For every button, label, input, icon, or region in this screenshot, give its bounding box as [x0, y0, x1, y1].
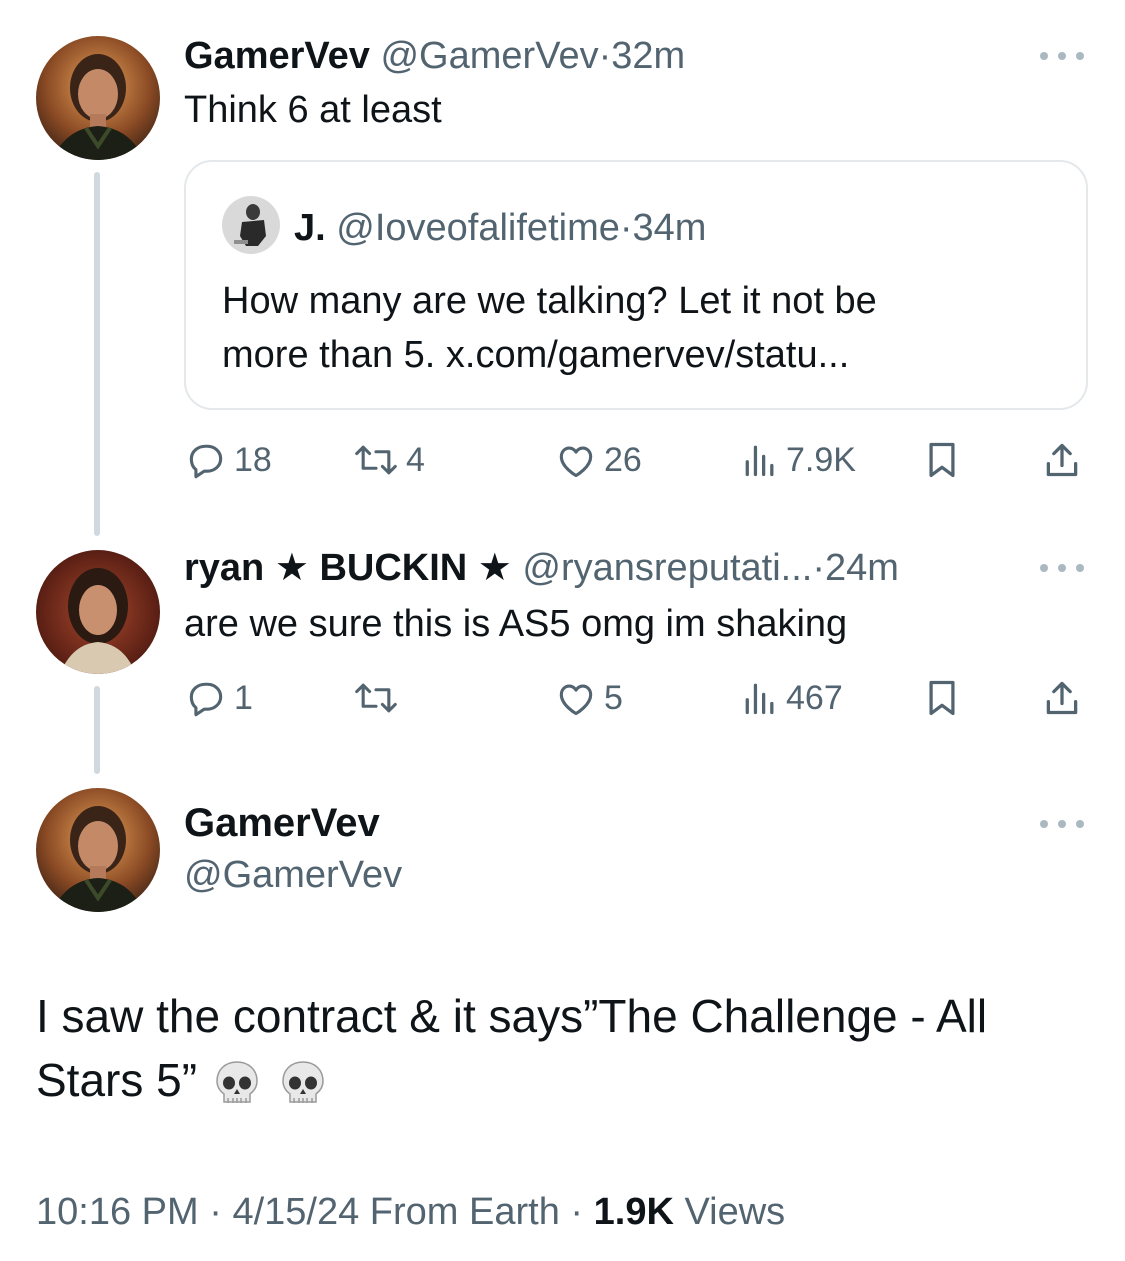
footer-time[interactable]: 10:16 PM — [36, 1191, 199, 1233]
thread-line-1 — [94, 172, 100, 536]
tweet1-separator: · — [598, 35, 612, 77]
views-icon — [745, 683, 774, 715]
skull-emoji — [277, 1058, 329, 1110]
retweet-icon — [355, 445, 397, 475]
tweet2-text: are we sure this is AS5 omg im shaking — [184, 603, 848, 645]
quote-avatar — [222, 196, 280, 254]
main-tweet-name[interactable]: GamerVev — [184, 800, 380, 846]
avatar-gamervev-main[interactable] — [36, 788, 160, 912]
like-icon — [559, 684, 593, 716]
quote-text-line1: How many are we talking? Let it not be — [222, 280, 877, 322]
main-tweet-handle[interactable]: @GamerVev — [184, 852, 402, 898]
share-icon — [1046, 443, 1078, 477]
like-count: 5 — [604, 678, 623, 717]
tweet2-time[interactable]: 24m — [825, 547, 899, 589]
tweet2-header: ryan ★ BUCKIN ★ @ryansreputati...·24m — [184, 546, 899, 590]
bookmark-icon — [929, 680, 955, 716]
reply-button[interactable]: 18 — [184, 436, 272, 484]
tweet1-action-bar: 18 4 26 7.9K — [184, 436, 1084, 484]
thread-line-2 — [94, 686, 100, 774]
more-icon[interactable] — [1040, 558, 1084, 578]
views-icon — [745, 445, 774, 477]
reply-icon — [189, 682, 223, 717]
quote-separator: · — [619, 207, 633, 249]
quote-name: J. — [294, 207, 326, 249]
tweet2-handle[interactable]: @ryansreputati... — [522, 547, 812, 589]
bookmark-icon — [929, 442, 955, 478]
share-icon — [1046, 681, 1078, 715]
like-button[interactable]: 26 — [554, 436, 642, 484]
footer-separator: · — [570, 1191, 584, 1233]
tweet1-time[interactable]: 32m — [611, 35, 685, 77]
tweet1-text: Think 6 at least — [184, 89, 442, 131]
tweet2-action-bar: 1 5 467 — [184, 674, 1084, 722]
views-button[interactable]: 7.9K — [740, 436, 856, 484]
quote-time: 34m — [632, 207, 707, 249]
retweet-button[interactable]: 4 — [352, 436, 425, 484]
avatar-ryan[interactable] — [36, 550, 160, 674]
quote-text-line2[interactable]: more than 5. x.com/gamervev/statu... — [222, 328, 877, 382]
share-button[interactable] — [1042, 436, 1082, 484]
quote-text: How many are we talking? Let it not be m… — [222, 274, 877, 382]
bookmark-button[interactable] — [922, 436, 962, 484]
share-button[interactable] — [1042, 674, 1082, 722]
main-tweet-body: I saw the contract & it says”The Challen… — [36, 990, 988, 1106]
footer-source: From Earth — [369, 1191, 560, 1233]
tweet1-header: GamerVev @GamerVev·32m — [184, 34, 685, 78]
reply-count: 1 — [234, 678, 253, 717]
like-count: 26 — [604, 440, 642, 479]
footer-views-label[interactable]: Views — [684, 1191, 785, 1233]
avatar-gamervev[interactable] — [36, 36, 160, 160]
tweet1-handle[interactable]: @GamerVev — [380, 35, 598, 77]
tweet2-name[interactable]: ryan ★ BUCKIN ★ — [184, 547, 512, 589]
reply-count: 18 — [234, 440, 272, 479]
reply-button[interactable]: 1 — [184, 674, 253, 722]
quote-tweet-card[interactable]: J. @Ioveofalifetime·34m How many are we … — [184, 160, 1088, 410]
quote-handle: @Ioveofalifetime — [336, 207, 620, 249]
footer-date[interactable]: 4/15/24 — [232, 1191, 359, 1233]
quote-header: J. @Ioveofalifetime·34m — [294, 206, 706, 250]
tweet2-separator: · — [812, 547, 825, 589]
like-button[interactable]: 5 — [554, 674, 623, 722]
retweet-count: 4 — [406, 440, 425, 479]
more-icon[interactable] — [1040, 814, 1084, 834]
main-tweet-text: I saw the contract & it says”The Challen… — [36, 984, 1096, 1112]
main-tweet-footer: 10:16 PM · 4/15/24 From Earth · 1.9K Vie… — [36, 1188, 785, 1236]
footer-separator: · — [209, 1191, 222, 1233]
views-count: 467 — [786, 678, 843, 717]
like-icon — [559, 446, 593, 478]
views-button[interactable]: 467 — [740, 674, 843, 722]
retweet-button[interactable] — [352, 674, 406, 722]
reply-icon — [189, 444, 223, 479]
footer-views-count[interactable]: 1.9K — [594, 1191, 674, 1233]
views-count: 7.9K — [786, 440, 856, 479]
skull-emoji — [211, 1058, 263, 1110]
more-icon[interactable] — [1040, 46, 1084, 66]
retweet-icon — [355, 683, 397, 713]
bookmark-button[interactable] — [922, 674, 962, 722]
tweet1-name[interactable]: GamerVev — [184, 35, 370, 77]
